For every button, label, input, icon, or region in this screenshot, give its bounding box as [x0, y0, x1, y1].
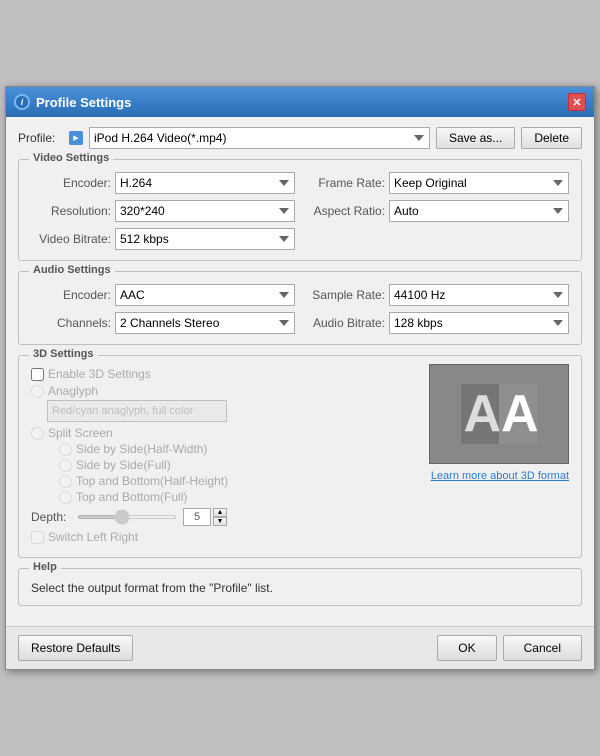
encoder-row: Encoder: H.264 [31, 172, 295, 194]
video-settings-grid: Encoder: H.264 Frame Rate: Keep Original… [31, 172, 569, 250]
channels-row: Channels: 2 Channels Stereo [31, 312, 295, 334]
3d-settings-right: A A Learn more about 3D format [429, 364, 569, 547]
audio-bitrate-label: Audio Bitrate: [305, 316, 385, 330]
audio-bitrate-select[interactable]: 128 kbps [389, 312, 569, 334]
channels-select[interactable]: 2 Channels Stereo [115, 312, 295, 334]
side-by-side-full-radio[interactable] [59, 459, 72, 472]
top-bottom-full-label[interactable]: Top and Bottom(Full) [76, 490, 187, 504]
sample-rate-row: Sample Rate: 44100 Hz [305, 284, 569, 306]
switch-lr-checkbox[interactable] [31, 531, 44, 544]
video-settings-title: Video Settings [29, 152, 113, 164]
audio-settings-title: Audio Settings [29, 264, 115, 276]
sample-rate-select[interactable]: 44100 Hz [389, 284, 569, 306]
enable-3d-checkbox[interactable] [31, 368, 44, 381]
3d-settings-left: Enable 3D Settings Anaglyph Red/cyan ana… [31, 364, 419, 547]
audio-encoder-select[interactable]: AAC [115, 284, 295, 306]
anaglyph-label[interactable]: Anaglyph [48, 384, 98, 398]
cancel-button[interactable]: Cancel [503, 635, 582, 661]
depth-down-button[interactable]: ▼ [213, 517, 227, 526]
title-bar: i Profile Settings ✕ [6, 87, 594, 117]
close-button[interactable]: ✕ [568, 93, 586, 111]
audio-encoder-row: Encoder: AAC [31, 284, 295, 306]
sample-rate-label: Sample Rate: [305, 288, 385, 302]
top-bottom-half-label[interactable]: Top and Bottom(Half-Height) [76, 474, 228, 488]
side-by-side-half-radio[interactable] [59, 443, 72, 456]
depth-up-button[interactable]: ▲ [213, 508, 227, 517]
help-section: Help Select the output format from the "… [18, 568, 582, 606]
top-bottom-full-row: Top and Bottom(Full) [59, 490, 419, 504]
top-bottom-half-row: Top and Bottom(Half-Height) [59, 474, 419, 488]
3d-preview-right-char: A [499, 384, 537, 444]
resolution-row: Resolution: 320*240 [31, 200, 295, 222]
dialog-body: Profile: ▶ iPod H.264 Video(*.mp4) Save … [6, 117, 594, 626]
frame-rate-select[interactable]: Keep Original [389, 172, 569, 194]
profile-label: Profile: [18, 131, 63, 145]
audio-bitrate-row: Audio Bitrate: 128 kbps [305, 312, 569, 334]
video-settings-section: Video Settings Encoder: H.264 Frame Rate… [18, 159, 582, 261]
encoder-label: Encoder: [31, 176, 111, 190]
side-by-side-half-row: Side by Side(Half-Width) [59, 442, 419, 456]
3d-settings-section: 3D Settings Enable 3D Settings Anaglyph … [18, 355, 582, 558]
aspect-ratio-select[interactable]: Auto [389, 200, 569, 222]
profile-icon: ▶ [69, 131, 83, 145]
split-screen-row: Split Screen [31, 426, 419, 440]
ok-button[interactable]: OK [437, 635, 496, 661]
video-bitrate-label: Video Bitrate: [31, 232, 111, 246]
resolution-label: Resolution: [31, 204, 111, 218]
depth-row: Depth: ▲ ▼ [31, 508, 419, 526]
anaglyph-select-row: Red/cyan anaglyph, full color [47, 400, 419, 422]
anaglyph-type-select[interactable]: Red/cyan anaglyph, full color [47, 400, 227, 422]
audio-settings-grid: Encoder: AAC Sample Rate: 44100 Hz Chann… [31, 284, 569, 334]
aspect-ratio-label: Aspect Ratio: [305, 204, 385, 218]
switch-lr-label[interactable]: Switch Left Right [48, 530, 138, 544]
3d-preview: A A [429, 364, 569, 464]
footer: Restore Defaults OK Cancel [6, 626, 594, 669]
side-by-side-full-row: Side by Side(Full) [59, 458, 419, 472]
frame-rate-row: Frame Rate: Keep Original [305, 172, 569, 194]
save-as-button[interactable]: Save as... [436, 127, 515, 149]
encoder-select[interactable]: H.264 [115, 172, 295, 194]
3d-preview-left-char: A [461, 384, 499, 444]
profile-select[interactable]: iPod H.264 Video(*.mp4) [89, 127, 430, 149]
profile-settings-dialog: i Profile Settings ✕ Profile: ▶ iPod H.2… [5, 86, 595, 670]
enable-3d-label[interactable]: Enable 3D Settings [48, 367, 151, 381]
anaglyph-row: Anaglyph [31, 384, 419, 398]
video-bitrate-row: Video Bitrate: 512 kbps [31, 228, 295, 250]
enable-3d-row: Enable 3D Settings [31, 367, 419, 381]
footer-actions: OK Cancel [437, 635, 582, 661]
depth-spinner: ▲ ▼ [213, 508, 227, 526]
delete-button[interactable]: Delete [521, 127, 582, 149]
app-icon: i [14, 94, 30, 110]
top-bottom-half-radio[interactable] [59, 475, 72, 488]
anaglyph-radio[interactable] [31, 385, 44, 398]
help-title: Help [29, 561, 61, 573]
channels-label: Channels: [31, 316, 111, 330]
learn-3d-link[interactable]: Learn more about 3D format [431, 470, 569, 482]
depth-label: Depth: [31, 510, 71, 524]
help-text: Select the output format from the "Profi… [31, 581, 569, 595]
depth-value-input[interactable] [183, 508, 211, 526]
video-bitrate-select[interactable]: 512 kbps [115, 228, 295, 250]
depth-slider[interactable] [77, 515, 177, 519]
aspect-ratio-row: Aspect Ratio: Auto [305, 200, 569, 222]
profile-row: Profile: ▶ iPod H.264 Video(*.mp4) Save … [18, 127, 582, 149]
top-bottom-full-radio[interactable] [59, 491, 72, 504]
frame-rate-label: Frame Rate: [305, 176, 385, 190]
split-screen-radio[interactable] [31, 427, 44, 440]
switch-lr-row: Switch Left Right [31, 530, 419, 544]
restore-defaults-button[interactable]: Restore Defaults [18, 635, 133, 661]
side-by-side-half-label[interactable]: Side by Side(Half-Width) [76, 442, 207, 456]
split-screen-label[interactable]: Split Screen [48, 426, 113, 440]
3d-settings-title: 3D Settings [29, 348, 98, 360]
audio-settings-section: Audio Settings Encoder: AAC Sample Rate:… [18, 271, 582, 345]
audio-encoder-label: Encoder: [31, 288, 111, 302]
side-by-side-full-label[interactable]: Side by Side(Full) [76, 458, 171, 472]
3d-preview-text: A A [461, 384, 536, 444]
dialog-title: Profile Settings [36, 95, 568, 110]
resolution-select[interactable]: 320*240 [115, 200, 295, 222]
